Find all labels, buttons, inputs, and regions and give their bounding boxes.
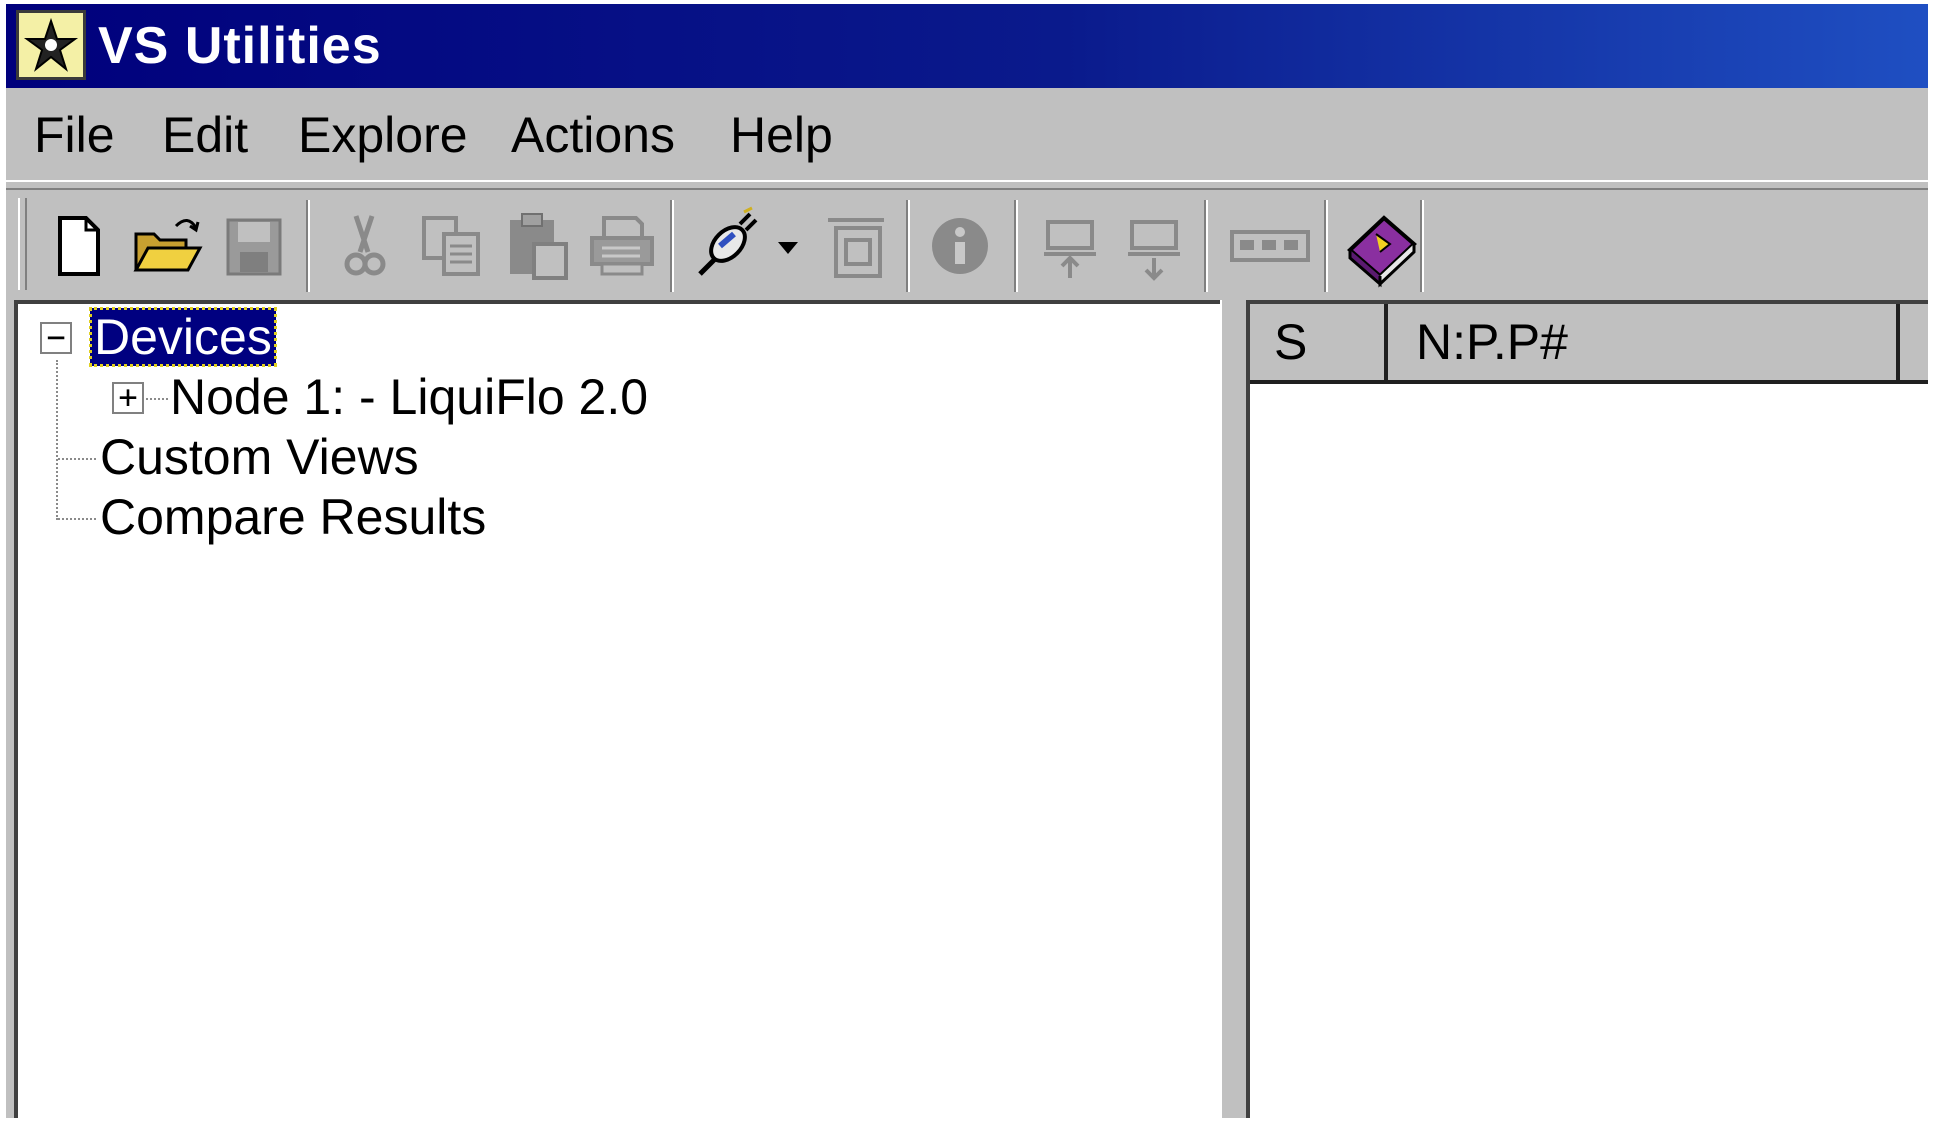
upload-button[interactable] <box>1030 204 1114 288</box>
menu-actions[interactable]: Actions <box>511 106 675 164</box>
toolbar-separator <box>906 200 910 292</box>
save-disk-icon <box>226 218 282 276</box>
copy-icon <box>422 216 480 276</box>
properties-window-icon <box>828 218 884 278</box>
info-button[interactable] <box>918 204 1002 288</box>
tree-connector <box>58 518 96 520</box>
connect-button[interactable] <box>682 204 766 288</box>
connect-dropdown-button[interactable] <box>768 204 808 288</box>
cut-scissors-icon <box>344 215 386 276</box>
toolbar-separator <box>1324 200 1328 292</box>
new-file-icon <box>58 216 100 276</box>
column-header-status[interactable]: S <box>1250 304 1388 380</box>
column-header-address[interactable]: N:P.P# <box>1388 304 1900 380</box>
help-book-icon <box>1347 215 1417 288</box>
toolbar-grip[interactable] <box>18 198 27 290</box>
cut-button[interactable] <box>322 204 406 288</box>
toolbar-separator <box>1420 200 1424 292</box>
menu-help[interactable]: Help <box>730 106 833 164</box>
open-button[interactable] <box>124 204 208 288</box>
print-icon <box>590 216 654 276</box>
tree-item-compare-results[interactable]: Compare Results <box>100 488 486 546</box>
device-tree-pane[interactable]: − Devices + Node 1: - LiquiFlo 2.0 Custo… <box>14 300 1220 1118</box>
details-list-pane[interactable]: S N:P.P# <box>1246 300 1928 1118</box>
paste-button[interactable] <box>496 204 580 288</box>
tree-connector <box>146 398 168 400</box>
help-book-button[interactable] <box>1340 204 1424 288</box>
expand-node-1-icon[interactable]: + <box>112 381 144 414</box>
display-panel-icon <box>1230 230 1310 262</box>
column-header-next[interactable] <box>1900 304 1928 380</box>
info-icon <box>932 218 988 274</box>
print-button[interactable] <box>580 204 664 288</box>
toolbar-separator <box>1014 200 1018 292</box>
tree-item-custom-views[interactable]: Custom Views <box>100 428 419 486</box>
toolbar-separator <box>306 200 310 292</box>
paste-icon <box>510 213 568 280</box>
title-bar[interactable]: VS Utilities <box>6 4 1928 88</box>
pane-splitter[interactable] <box>1220 300 1246 1118</box>
menu-edit[interactable]: Edit <box>162 106 248 164</box>
toolbar-separator <box>670 200 674 292</box>
download-device-icon <box>1128 220 1180 281</box>
list-header: S N:P.P# <box>1250 304 1928 384</box>
toolbar-separator <box>1204 200 1208 292</box>
open-folder-icon <box>133 219 203 272</box>
new-file-button[interactable] <box>36 204 120 288</box>
collapse-devices-icon[interactable]: − <box>40 321 72 354</box>
download-button[interactable] <box>1114 204 1198 288</box>
tree-item-node-1[interactable]: Node 1: - LiquiFlo 2.0 <box>170 368 648 426</box>
menu-file[interactable]: File <box>34 106 115 164</box>
upload-device-icon <box>1044 220 1096 278</box>
properties-button[interactable] <box>814 204 898 288</box>
tree-item-devices[interactable]: Devices <box>89 307 277 367</box>
toolbar <box>6 188 1928 302</box>
dropdown-arrow-icon <box>778 242 798 254</box>
save-button[interactable] <box>212 204 296 288</box>
tree-connector <box>58 458 96 460</box>
copy-button[interactable] <box>410 204 494 288</box>
tree-connector <box>56 360 58 520</box>
connect-plug-icon <box>698 206 758 276</box>
app-window: VS Utilities File Edit Explore Actions H… <box>6 4 1928 1118</box>
menu-explore[interactable]: Explore <box>298 106 468 164</box>
display-panel-button[interactable] <box>1222 204 1318 288</box>
vs-utilities-app-icon[interactable] <box>16 10 86 80</box>
window-title: VS Utilities <box>98 17 382 75</box>
menu-bar: File Edit Explore Actions Help <box>6 88 1928 182</box>
